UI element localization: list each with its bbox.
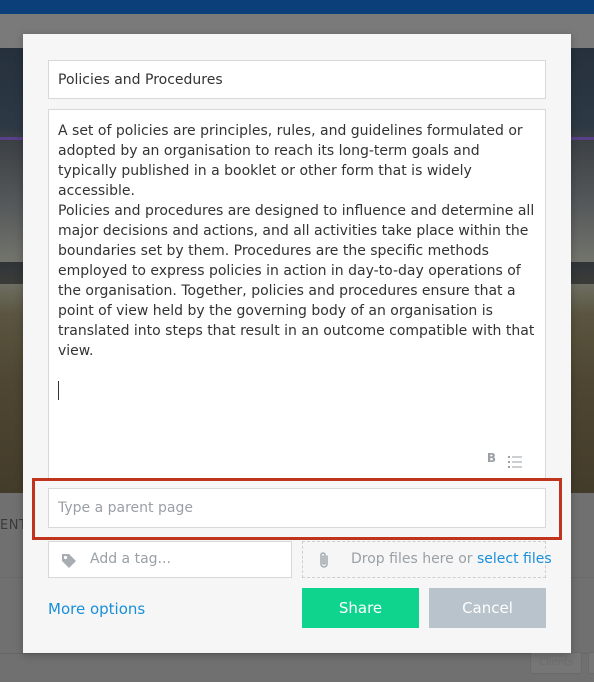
text-cursor xyxy=(58,381,59,400)
more-options-link[interactable]: More options xyxy=(48,600,145,618)
bold-button[interactable]: B xyxy=(487,451,496,465)
parent-page-input[interactable] xyxy=(48,488,546,528)
file-drop-zone[interactable]: Drop files here or select files xyxy=(302,541,552,578)
share-button[interactable]: Share xyxy=(302,588,419,628)
content-divider xyxy=(0,653,594,654)
background-chip xyxy=(588,652,594,674)
page-title-input[interactable] xyxy=(48,60,546,99)
drop-files-label: Drop files here or select files xyxy=(351,551,552,567)
tag-icon xyxy=(61,553,77,569)
app-top-bar xyxy=(0,0,594,14)
select-files-link[interactable]: select files xyxy=(477,551,552,567)
bullet-list-icon[interactable] xyxy=(508,453,522,468)
background-chip-clients: Clients xyxy=(530,652,583,674)
content-editor[interactable]: A set of policies are principles, rules,… xyxy=(48,109,546,481)
cancel-button[interactable]: Cancel xyxy=(429,588,546,628)
editor-text[interactable]: A set of policies are principles, rules,… xyxy=(58,121,536,361)
tag-placeholder: Add a tag... xyxy=(90,551,171,567)
create-page-modal: A set of policies are principles, rules,… xyxy=(23,34,571,653)
tag-input[interactable]: Add a tag... xyxy=(48,541,292,578)
paperclip-icon xyxy=(317,551,331,569)
